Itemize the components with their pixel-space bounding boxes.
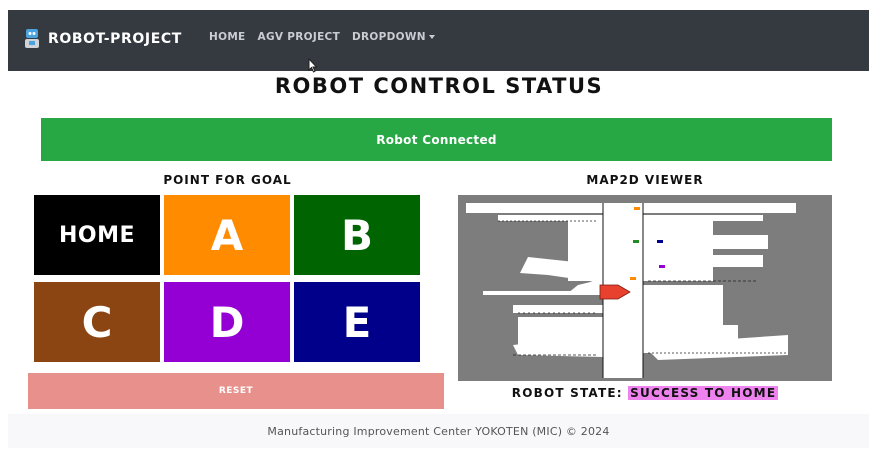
goal-e-button[interactable]: E: [294, 282, 420, 362]
occupancy-map: [458, 195, 832, 381]
nav-home-link[interactable]: HOME: [209, 31, 246, 43]
nav-dropdown-toggle[interactable]: DROPDOWN: [352, 31, 435, 43]
nav-dropdown-label: DROPDOWN: [352, 31, 426, 43]
nav-agv-project-link[interactable]: AGV PROJECT: [258, 31, 340, 43]
robot-state-label: ROBOT STATE:: [511, 386, 623, 400]
goal-grid: HOME A B C D E: [34, 195, 424, 363]
goal-c-button[interactable]: C: [34, 282, 160, 362]
nav-links: HOME AGV PROJECT DROPDOWN: [209, 31, 447, 43]
map2d-viewer[interactable]: [458, 195, 832, 381]
robot-state-value: SUCCESS TO HOME: [628, 386, 779, 400]
robot-state: ROBOT STATE: SUCCESS TO HOME: [458, 386, 832, 400]
mouse-pointer-icon: [308, 58, 318, 73]
page-title: ROBOT CONTROL STATUS: [274, 74, 604, 98]
goal-d-button[interactable]: D: [164, 282, 290, 362]
navbar-brand[interactable]: ROBOT-PROJECT: [22, 28, 182, 50]
connection-status-banner: Robot Connected: [41, 118, 832, 161]
goal-home-button[interactable]: HOME: [34, 195, 160, 275]
brand-name: ROBOT-PROJECT: [48, 31, 182, 47]
map-section-heading: MAP2D VIEWER: [586, 173, 704, 187]
goal-section-heading: POINT FOR GOAL: [163, 173, 292, 187]
reset-button[interactable]: RESET: [28, 373, 444, 409]
footer-text: Manufacturing Improvement Center YOKOTEN…: [267, 424, 610, 438]
footer: Manufacturing Improvement Center YOKOTEN…: [8, 414, 869, 448]
navbar: ROBOT-PROJECT HOME AGV PROJECT DROPDOWN: [8, 10, 869, 71]
goal-b-button[interactable]: B: [294, 195, 420, 275]
robot-icon: [22, 28, 42, 50]
caret-down-icon: [428, 35, 435, 39]
goal-a-button[interactable]: A: [164, 195, 290, 275]
